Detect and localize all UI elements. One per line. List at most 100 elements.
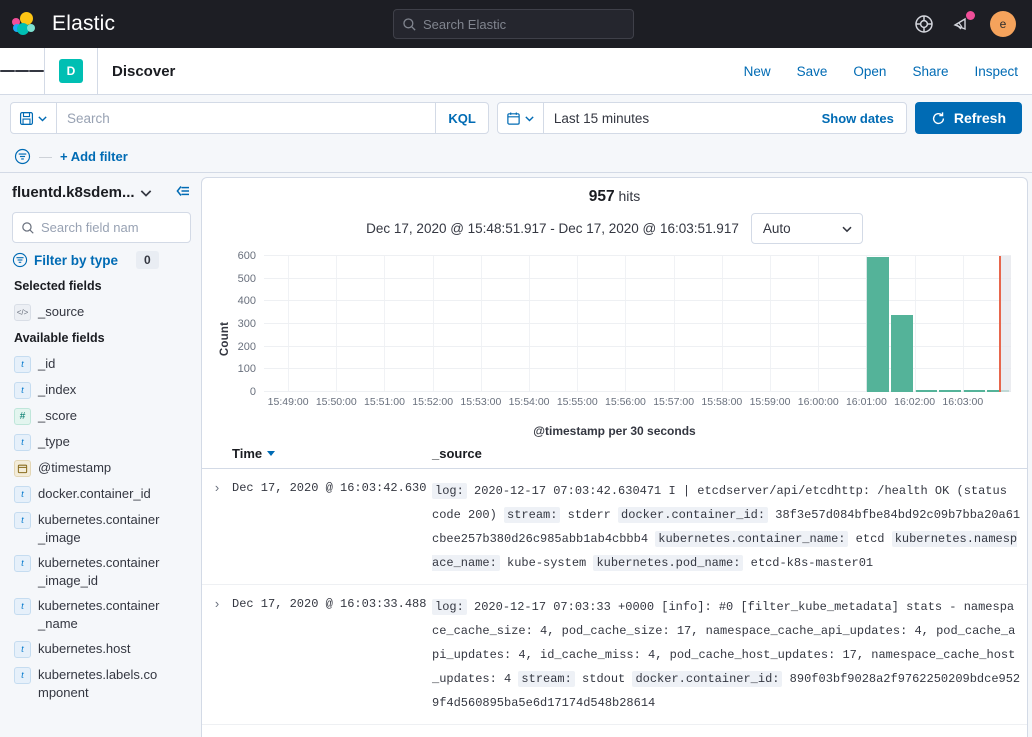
- source-field-key: stream:: [504, 507, 560, 523]
- expand-row-chevron-icon[interactable]: ›: [202, 479, 232, 575]
- field-name: _index: [38, 381, 76, 399]
- hits-count: 957: [589, 188, 615, 205]
- hits-label: hits: [618, 188, 640, 204]
- table-row[interactable]: ›Dec 17, 2020 @ 16:03:33.488log: 2020-12…: [202, 585, 1027, 725]
- histogram-chart[interactable]: Count 0100200300400500600 15:49:0015:50:…: [202, 250, 1027, 428]
- field-item--score[interactable]: #_score: [12, 403, 191, 429]
- field-sidebar: fluentd.k8sdem...: [0, 173, 201, 737]
- source-field-key: kubernetes.container_name:: [655, 531, 848, 547]
- filter-funnel-icon: [12, 252, 28, 268]
- filter-by-type-button[interactable]: Filter by type 0: [12, 251, 191, 269]
- field-item-docker-container-id[interactable]: tdocker.container_id: [12, 481, 191, 507]
- save-disk-icon: [19, 111, 34, 126]
- source-field-key: log:: [432, 483, 467, 499]
- histogram-bar[interactable]: [963, 390, 985, 392]
- field-search-placeholder: Search field nam: [41, 220, 139, 235]
- histogram-bar[interactable]: [891, 315, 913, 392]
- refresh-button[interactable]: Refresh: [915, 102, 1022, 134]
- selected-fields-heading: Selected fields: [14, 279, 191, 293]
- user-avatar[interactable]: e: [990, 11, 1016, 37]
- field-item-kubernetes-container-image-id[interactable]: t kubernetes.container_image_id: [12, 550, 191, 593]
- field-name: kubernetes.host: [38, 640, 131, 658]
- calendar-icon: [506, 111, 521, 126]
- field-name: kubernetes.container_image_id: [38, 554, 166, 589]
- help-lifebuoy-icon[interactable]: [914, 14, 934, 34]
- expand-row-chevron-icon[interactable]: ›: [202, 595, 232, 715]
- date-range-value[interactable]: Last 15 minutes: [544, 111, 810, 126]
- string-field-type-icon: t: [14, 382, 31, 399]
- elastic-logo-icon: [12, 12, 36, 36]
- plot-area: [264, 256, 1011, 392]
- nav-link-open[interactable]: Open: [853, 64, 886, 79]
- elastic-logo-button[interactable]: [0, 12, 48, 36]
- nav-link-new[interactable]: New: [744, 64, 771, 79]
- nav-link-save[interactable]: Save: [797, 64, 828, 79]
- sort-down-caret-icon[interactable]: [267, 451, 275, 456]
- histogram-bar[interactable]: [939, 390, 961, 392]
- field-item--id[interactable]: t_id: [12, 351, 191, 377]
- y-tick-label: 500: [238, 273, 256, 285]
- filter-dash: —: [39, 149, 52, 164]
- date-quick-select-button[interactable]: [498, 103, 544, 133]
- search-input-group[interactable]: Search KQL: [10, 102, 489, 134]
- histogram-bar[interactable]: [866, 257, 888, 392]
- field-item--index[interactable]: t _index: [12, 377, 191, 403]
- nav-link-share[interactable]: Share: [912, 64, 948, 79]
- interval-select[interactable]: Auto: [751, 213, 863, 244]
- table-header-row: Time _source: [202, 438, 1027, 469]
- saved-query-button[interactable]: [11, 103, 57, 133]
- field-name: _score: [38, 407, 77, 425]
- string-field-type-icon: t: [14, 356, 31, 373]
- column-header-time[interactable]: Time: [232, 446, 432, 461]
- collapse-panel-icon[interactable]: [175, 183, 191, 202]
- field-name: kubernetes.labels.component: [38, 666, 166, 701]
- vertical-gridline: [384, 256, 385, 392]
- chevron-down-icon: [37, 113, 48, 124]
- chevron-down-icon[interactable]: [139, 186, 153, 200]
- field-item-kubernetes-host[interactable]: tkubernetes.host: [12, 636, 191, 662]
- hits-row: 957 hits: [202, 178, 1027, 206]
- cell-source: log: 2020-12-17 07:03:42.630471 I | etcd…: [432, 479, 1027, 575]
- global-header-actions: e: [914, 0, 1022, 48]
- app-badge-wrap: D: [45, 59, 97, 83]
- search-icon: [21, 221, 35, 235]
- field-item-kubernetes-container-image[interactable]: tkubernetes.container_image: [12, 507, 191, 550]
- index-pattern-row[interactable]: fluentd.k8sdem...: [12, 183, 191, 202]
- y-axis-ticks: 0100200300400500600: [202, 250, 262, 428]
- vertical-gridline: [336, 256, 337, 392]
- app-badge: D: [59, 59, 83, 83]
- field-item--type[interactable]: t_type: [12, 429, 191, 455]
- query-language-button[interactable]: KQL: [435, 103, 487, 133]
- show-dates-button[interactable]: Show dates: [810, 111, 906, 126]
- index-pattern-name[interactable]: fluentd.k8sdem...: [12, 184, 135, 201]
- filter-by-type-label: Filter by type: [34, 253, 118, 268]
- histogram-bar[interactable]: [915, 390, 937, 392]
- megaphone-icon[interactable]: [952, 14, 972, 34]
- field-search-input[interactable]: Search field nam: [12, 212, 191, 243]
- vertical-gridline: [577, 256, 578, 392]
- field-item--timestamp[interactable]: @timestamp: [12, 455, 191, 481]
- global-search-input[interactable]: Search Elastic: [393, 9, 634, 39]
- x-tick-label: 15:54:00: [509, 396, 550, 408]
- body-wrap: fluentd.k8sdem...: [0, 173, 1032, 737]
- x-tick-label: 15:58:00: [701, 396, 742, 408]
- search-input[interactable]: Search: [57, 111, 435, 126]
- table-body: ›Dec 17, 2020 @ 16:03:42.630log: 2020-12…: [202, 469, 1027, 725]
- page-title: Discover: [98, 63, 175, 80]
- field-item--source[interactable]: </>_source: [12, 299, 191, 325]
- cell-time: Dec 17, 2020 @ 16:03:33.488: [232, 595, 432, 715]
- add-filter-button[interactable]: + Add filter: [60, 149, 128, 164]
- table-row[interactable]: ›Dec 17, 2020 @ 16:03:42.630log: 2020-12…: [202, 469, 1027, 585]
- field-item-kubernetes-labels-component[interactable]: tkubernetes.labels.component: [12, 662, 191, 705]
- nav-link-inspect[interactable]: Inspect: [974, 64, 1018, 79]
- filter-funnel-icon[interactable]: [14, 148, 31, 165]
- x-tick-label: 15:52:00: [412, 396, 453, 408]
- available-fields-list: t_idt_index#_scoret_type@timestamptdocke…: [12, 351, 191, 705]
- app-nav-links: New Save Open Share Inspect: [744, 64, 1018, 79]
- field-item-kubernetes-container-name[interactable]: tkubernetes.container_name: [12, 593, 191, 636]
- date-picker-group[interactable]: Last 15 minutes Show dates: [497, 102, 907, 134]
- string-field-type-icon: t: [14, 555, 31, 572]
- hamburger-menu-icon[interactable]: [0, 68, 44, 74]
- vertical-gridline: [818, 256, 819, 392]
- field-name: _type: [38, 433, 70, 451]
